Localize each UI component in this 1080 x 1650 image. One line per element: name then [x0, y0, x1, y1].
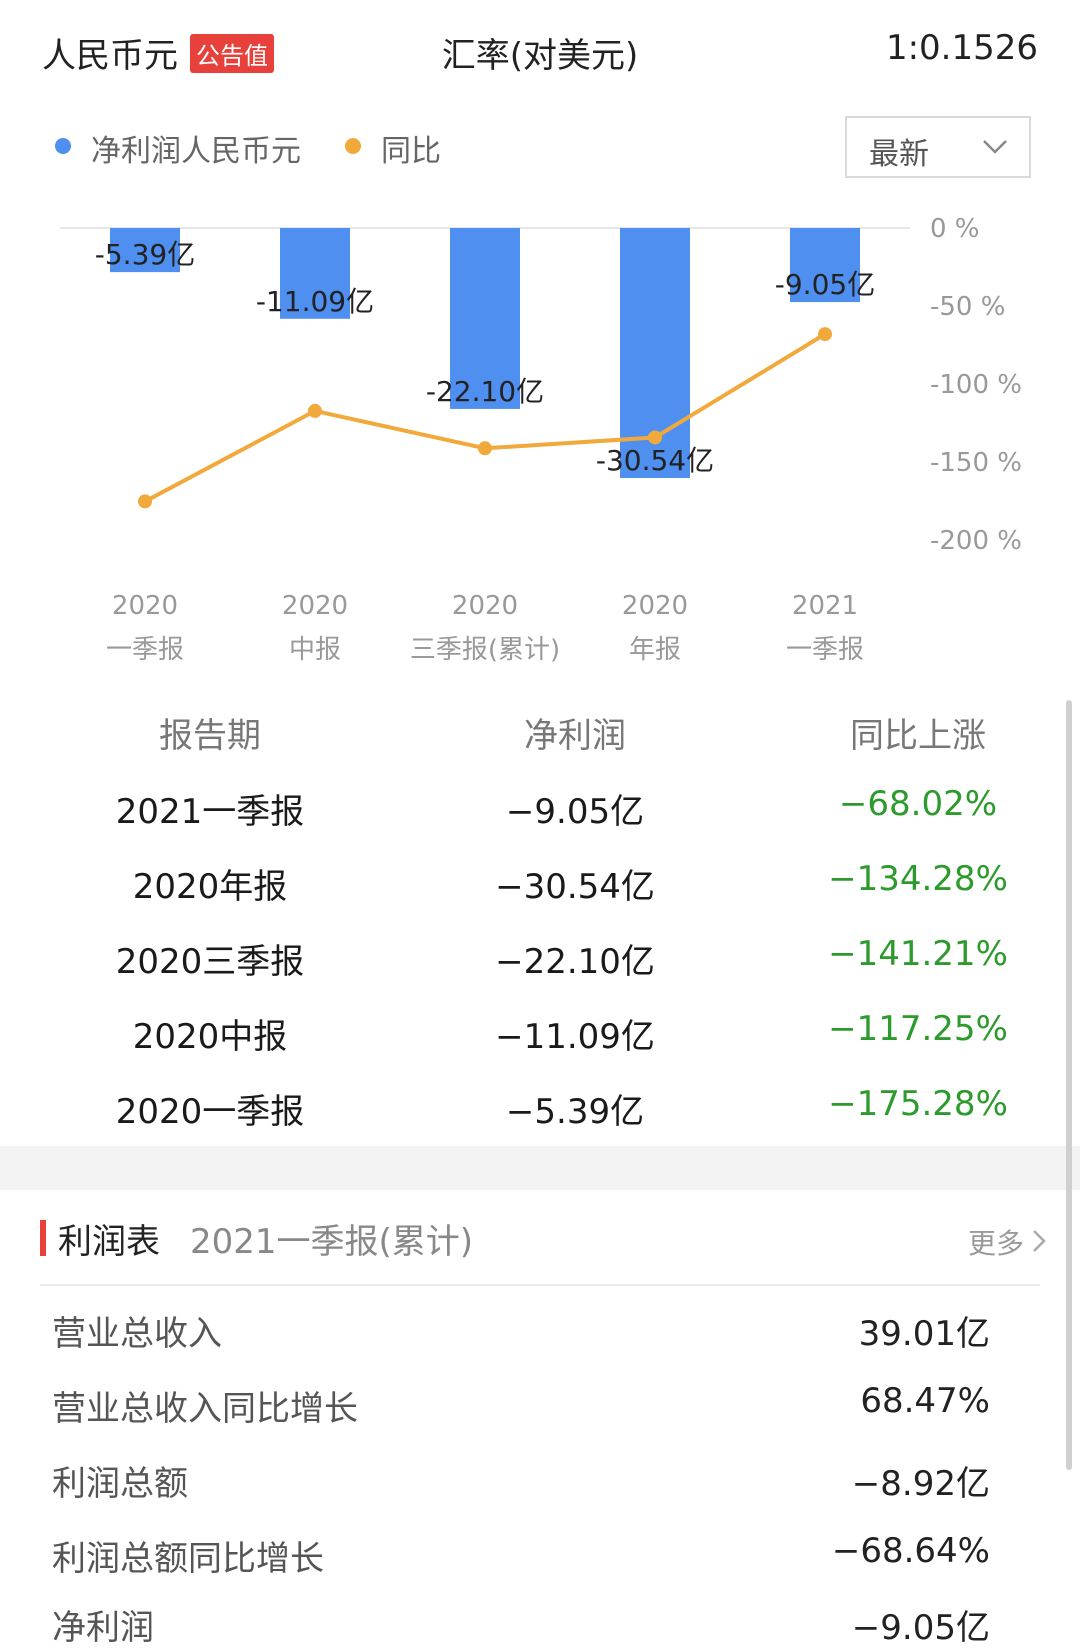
yoy-point [818, 327, 832, 342]
statement-divider [40, 1284, 1040, 1286]
net-profit-chart: 0 % -50 % -100 % -150 % -200 % -5.39亿 -11.09亿 -… [60, 214, 1022, 665]
cell-period: 2020三季报 [115, 942, 305, 982]
x-category-year: 2020 [452, 591, 518, 621]
cell-yoy: −141.21% [828, 934, 1008, 974]
dropdown-selected-value: 最新 [869, 137, 929, 172]
table-header-yoy: 同比上涨 [850, 716, 986, 756]
statement-row-value: −8.92亿 [851, 1464, 990, 1504]
yoy-point [648, 430, 662, 445]
bar-data-label: -22.10亿 [426, 375, 544, 408]
statement-row-label: 利润总额同比增长 [52, 1539, 324, 1579]
statement-row-label: 营业总收入同比增长 [52, 1389, 358, 1429]
cell-yoy: −117.25% [828, 1009, 1008, 1049]
statement-row-label: 利润总额 [52, 1464, 188, 1504]
x-category-period: 一季报 [106, 635, 184, 665]
statement-period: 2021一季报(累计) [190, 1222, 474, 1262]
statement-row-value: 39.01亿 [858, 1314, 990, 1354]
cell-net-profit: −9.05亿 [505, 792, 645, 832]
yoy-point [138, 494, 152, 509]
x-category-period: 年报 [629, 635, 681, 665]
yoy-point [478, 441, 492, 456]
more-link[interactable]: 更多 [968, 1222, 1024, 1262]
statement-row-value: 68.47% [860, 1381, 990, 1421]
table-header-net-profit: 净利润 [524, 716, 626, 756]
bar-data-label: -30.54亿 [596, 444, 714, 477]
cell-period: 2020一季报 [115, 1092, 305, 1132]
legend-dot-yoy [345, 138, 361, 154]
y-tick-label: -150 % [930, 448, 1022, 478]
net-profit-table: 报告期 净利润 同比上涨 2021一季报 −9.05亿 −68.02% 2020… [0, 700, 1080, 1140]
statement-row-value: −9.05亿 [851, 1608, 990, 1648]
section-divider [0, 1146, 1080, 1190]
x-category-period: 一季报 [786, 635, 864, 665]
x-category-year: 2020 [282, 591, 348, 621]
yoy-point [308, 403, 322, 418]
cell-yoy: −134.28% [828, 859, 1008, 899]
x-category-year: 2021 [792, 591, 858, 621]
statement-row-label: 净利润 [52, 1608, 154, 1648]
cell-net-profit: −11.09亿 [495, 1017, 655, 1057]
y-tick-label: 0 % [930, 214, 980, 244]
cell-yoy: −68.02% [838, 784, 998, 824]
legend-label-net-profit[interactable]: 净利润人民币元 [91, 126, 301, 170]
cell-period: 2020中报 [132, 1017, 288, 1057]
y-tick-label: -50 % [930, 292, 1005, 322]
cell-net-profit: −22.10亿 [495, 942, 655, 982]
x-category-period: 三季报(累计) [410, 635, 560, 665]
x-category-year: 2020 [622, 591, 688, 621]
cell-net-profit: −30.54亿 [495, 867, 655, 907]
cell-period: 2021一季报 [115, 792, 305, 832]
exchange-rate-value: 1:0.1526 [885, 28, 1038, 68]
y-tick-label: -200 % [930, 526, 1022, 556]
x-category-year: 2020 [112, 591, 178, 621]
cell-period: 2020年报 [132, 867, 288, 907]
table-header-period: 报告期 [159, 716, 261, 756]
legend-dot-net-profit [55, 138, 71, 154]
legend-label-yoy[interactable]: 同比 [381, 126, 441, 170]
cell-net-profit: −5.39亿 [505, 1092, 645, 1132]
chevron-down-icon [983, 140, 1007, 154]
scrollbar[interactable] [1066, 700, 1072, 1470]
statement-row-value: −68.64% [831, 1531, 990, 1571]
chevron-right-icon[interactable] [1030, 1228, 1048, 1254]
section-accent-bar [40, 1220, 46, 1256]
statement-row-label: 营业总收入 [52, 1314, 222, 1354]
period-dropdown[interactable]: 最新 [845, 116, 1031, 178]
y-tick-label: -100 % [930, 370, 1022, 400]
bar-data-label: -9.05亿 [775, 268, 875, 301]
bar-data-label: -5.39亿 [95, 238, 195, 271]
bar-data-label: -11.09亿 [256, 285, 374, 318]
cell-yoy: −175.28% [828, 1084, 1008, 1124]
x-category-period: 中报 [289, 635, 341, 665]
statement-title: 利润表 [58, 1222, 160, 1262]
